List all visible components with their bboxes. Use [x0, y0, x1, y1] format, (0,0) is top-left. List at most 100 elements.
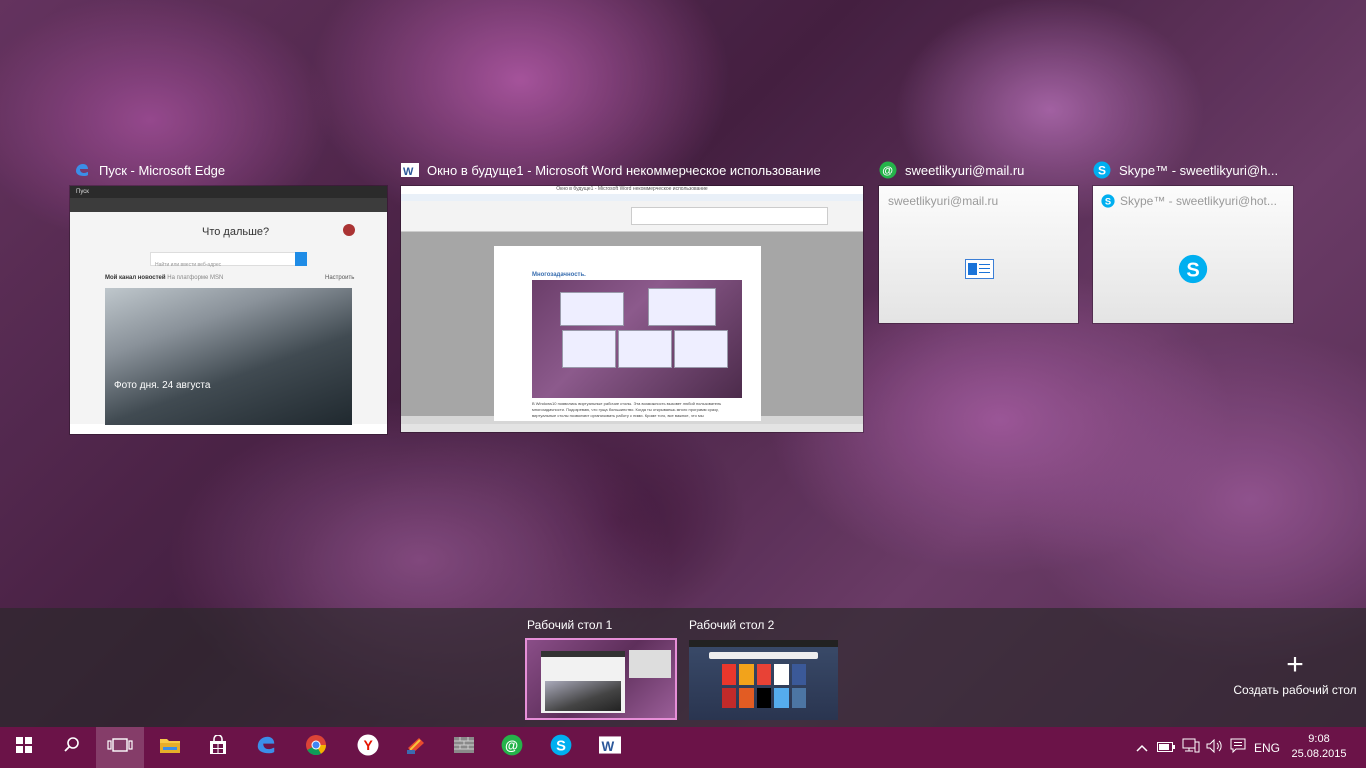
- yandex-button[interactable]: Y: [344, 727, 392, 768]
- svg-text:W: W: [403, 166, 414, 178]
- skype-window-thumbnail[interactable]: S Skype™ - sweetlikyuri@hot... S: [1093, 186, 1293, 323]
- edge-button[interactable]: [242, 727, 290, 768]
- edge-tab-title: Пуск: [76, 189, 89, 195]
- desktop-2-thumbnail[interactable]: [689, 640, 838, 720]
- word-button[interactable]: W: [586, 727, 634, 768]
- word-page: Многозадачность. В Windows10 появились в…: [494, 246, 761, 421]
- mail-agent-icon: @: [879, 161, 897, 179]
- embedded-window: [560, 292, 624, 326]
- skype-icon: S: [1101, 194, 1115, 208]
- word-ribbon: [401, 201, 863, 232]
- svg-text:S: S: [556, 739, 566, 755]
- window-title-text: Пуск - Microsoft Edge: [99, 162, 226, 178]
- battery-button[interactable]: [1155, 727, 1177, 768]
- edge-question: Что дальше?: [202, 226, 270, 238]
- speaker-icon: [1206, 738, 1224, 756]
- task-view-button[interactable]: [96, 727, 144, 768]
- word-status-bar: [401, 424, 863, 432]
- new-desktop-label: Создать рабочий стол: [1233, 683, 1357, 697]
- edge-address-bar: [70, 198, 387, 212]
- skype-thumbnail-title: S Skype™ - sweetlikyuri@hot...: [1101, 194, 1277, 208]
- svg-text:S: S: [1098, 164, 1106, 178]
- edge-news-subtitle: На платформе MSN: [167, 275, 224, 281]
- window-title-skype[interactable]: S Skype™ - sweetlikyuri@h...: [1093, 160, 1293, 180]
- ccleaner-button[interactable]: [392, 727, 440, 768]
- word-heading: Многозадачность.: [532, 272, 586, 278]
- skype-icon: S: [550, 734, 572, 761]
- network-icon: [1182, 738, 1200, 757]
- firewall-button[interactable]: [440, 727, 488, 768]
- desktop-2-speed-dial: [722, 664, 806, 708]
- svg-text:S: S: [1105, 197, 1111, 207]
- language-indicator[interactable]: ENG: [1251, 727, 1283, 768]
- desktop-1-window: [629, 650, 671, 678]
- window-title-edge[interactable]: Пуск - Microsoft Edge: [73, 160, 383, 180]
- mail-window-thumbnail[interactable]: sweetlikyuri@mail.ru: [879, 186, 1078, 323]
- embedded-window: [674, 330, 728, 368]
- clock-date: 25.08.2015: [1291, 748, 1347, 760]
- embedded-window: [562, 330, 616, 368]
- yandex-icon: Y: [357, 734, 379, 761]
- mail-thumbnail-text: sweetlikyuri@mail.ru: [888, 194, 999, 208]
- search-icon: [63, 736, 81, 759]
- store-icon: [208, 734, 228, 760]
- desktop-1-window: [541, 651, 625, 713]
- mail-agent-button[interactable]: @: [488, 727, 536, 768]
- svg-text:@: @: [505, 738, 518, 753]
- network-button[interactable]: [1180, 727, 1202, 768]
- new-desktop-button[interactable]: + Создать рабочий стол: [1228, 648, 1362, 698]
- word-title-bar: Окно в будуще1 - Microsoft Word некоммер…: [401, 186, 863, 194]
- chrome-icon: [305, 734, 327, 761]
- edge-news-header: Мой канал новостей На платформе MSN: [105, 275, 223, 281]
- store-button[interactable]: [194, 727, 242, 768]
- word-icon: W: [599, 734, 621, 761]
- svg-text:W: W: [601, 739, 614, 754]
- file-explorer-icon: [159, 736, 181, 759]
- word-window-thumbnail[interactable]: Окно в будуще1 - Microsoft Word некоммер…: [401, 186, 863, 432]
- window-title-text: Окно в будуще1 - Microsoft Word некоммер…: [427, 162, 821, 178]
- virtual-desktops-bar: [0, 608, 1366, 727]
- edge-window-thumbnail[interactable]: Пуск Что дальше? Найти или ввести веб-ад…: [70, 186, 387, 434]
- word-tabs: [401, 194, 863, 201]
- edge-tab-bar: Пуск: [70, 186, 387, 198]
- avatar: [343, 224, 355, 236]
- edge-search-button: [295, 252, 307, 266]
- search-button[interactable]: [48, 727, 96, 768]
- embedded-window: [618, 330, 672, 368]
- plus-icon: +: [1286, 648, 1304, 681]
- skype-thumbnail-text: Skype™ - sweetlikyuri@hot...: [1120, 194, 1277, 208]
- start-icon: [16, 737, 32, 758]
- volume-button[interactable]: [1204, 727, 1226, 768]
- svg-text:S: S: [1186, 260, 1199, 282]
- desktop-1-thumbnail[interactable]: [525, 638, 677, 720]
- window-title-mail[interactable]: @ sweetlikyuri@mail.ru: [879, 160, 1079, 180]
- firewall-icon: [453, 735, 475, 760]
- mail-window-icon: [965, 259, 994, 279]
- skype-button[interactable]: S: [537, 727, 585, 768]
- skype-icon: S: [1178, 254, 1208, 289]
- window-title-word[interactable]: W Окно в будуще1 - Microsoft Word некомм…: [401, 160, 861, 180]
- chrome-button[interactable]: [292, 727, 340, 768]
- edge-news-title: Мой канал новостей: [105, 275, 166, 281]
- edge-search-input: Найти или ввести веб-адрес: [150, 252, 297, 268]
- file-explorer-button[interactable]: [146, 727, 194, 768]
- window-title-text: sweetlikyuri@mail.ru: [905, 162, 1025, 178]
- svg-text:@: @: [882, 165, 893, 177]
- battery-icon: [1157, 741, 1175, 755]
- skype-icon: S: [1093, 161, 1111, 179]
- show-hidden-icons-button[interactable]: [1133, 727, 1151, 768]
- action-center-button[interactable]: [1227, 727, 1249, 768]
- edge-icon: [255, 734, 277, 761]
- svg-text:Y: Y: [364, 737, 374, 753]
- desktop-1-label[interactable]: Рабочий стол 1: [527, 618, 612, 632]
- start-button[interactable]: [0, 727, 48, 768]
- notifications-icon: [1230, 738, 1246, 757]
- word-styles-gallery: [631, 207, 828, 225]
- edge-icon: [73, 161, 91, 179]
- task-view-icon: [107, 737, 133, 758]
- word-body-text: В Windows10 появились виртуальные рабочи…: [532, 401, 722, 418]
- clock[interactable]: 9:08 25.08.2015: [1284, 732, 1354, 762]
- word-embedded-screenshot: [532, 280, 742, 398]
- chevron-up-icon: [1136, 741, 1148, 755]
- desktop-2-label[interactable]: Рабочий стол 2: [689, 618, 774, 632]
